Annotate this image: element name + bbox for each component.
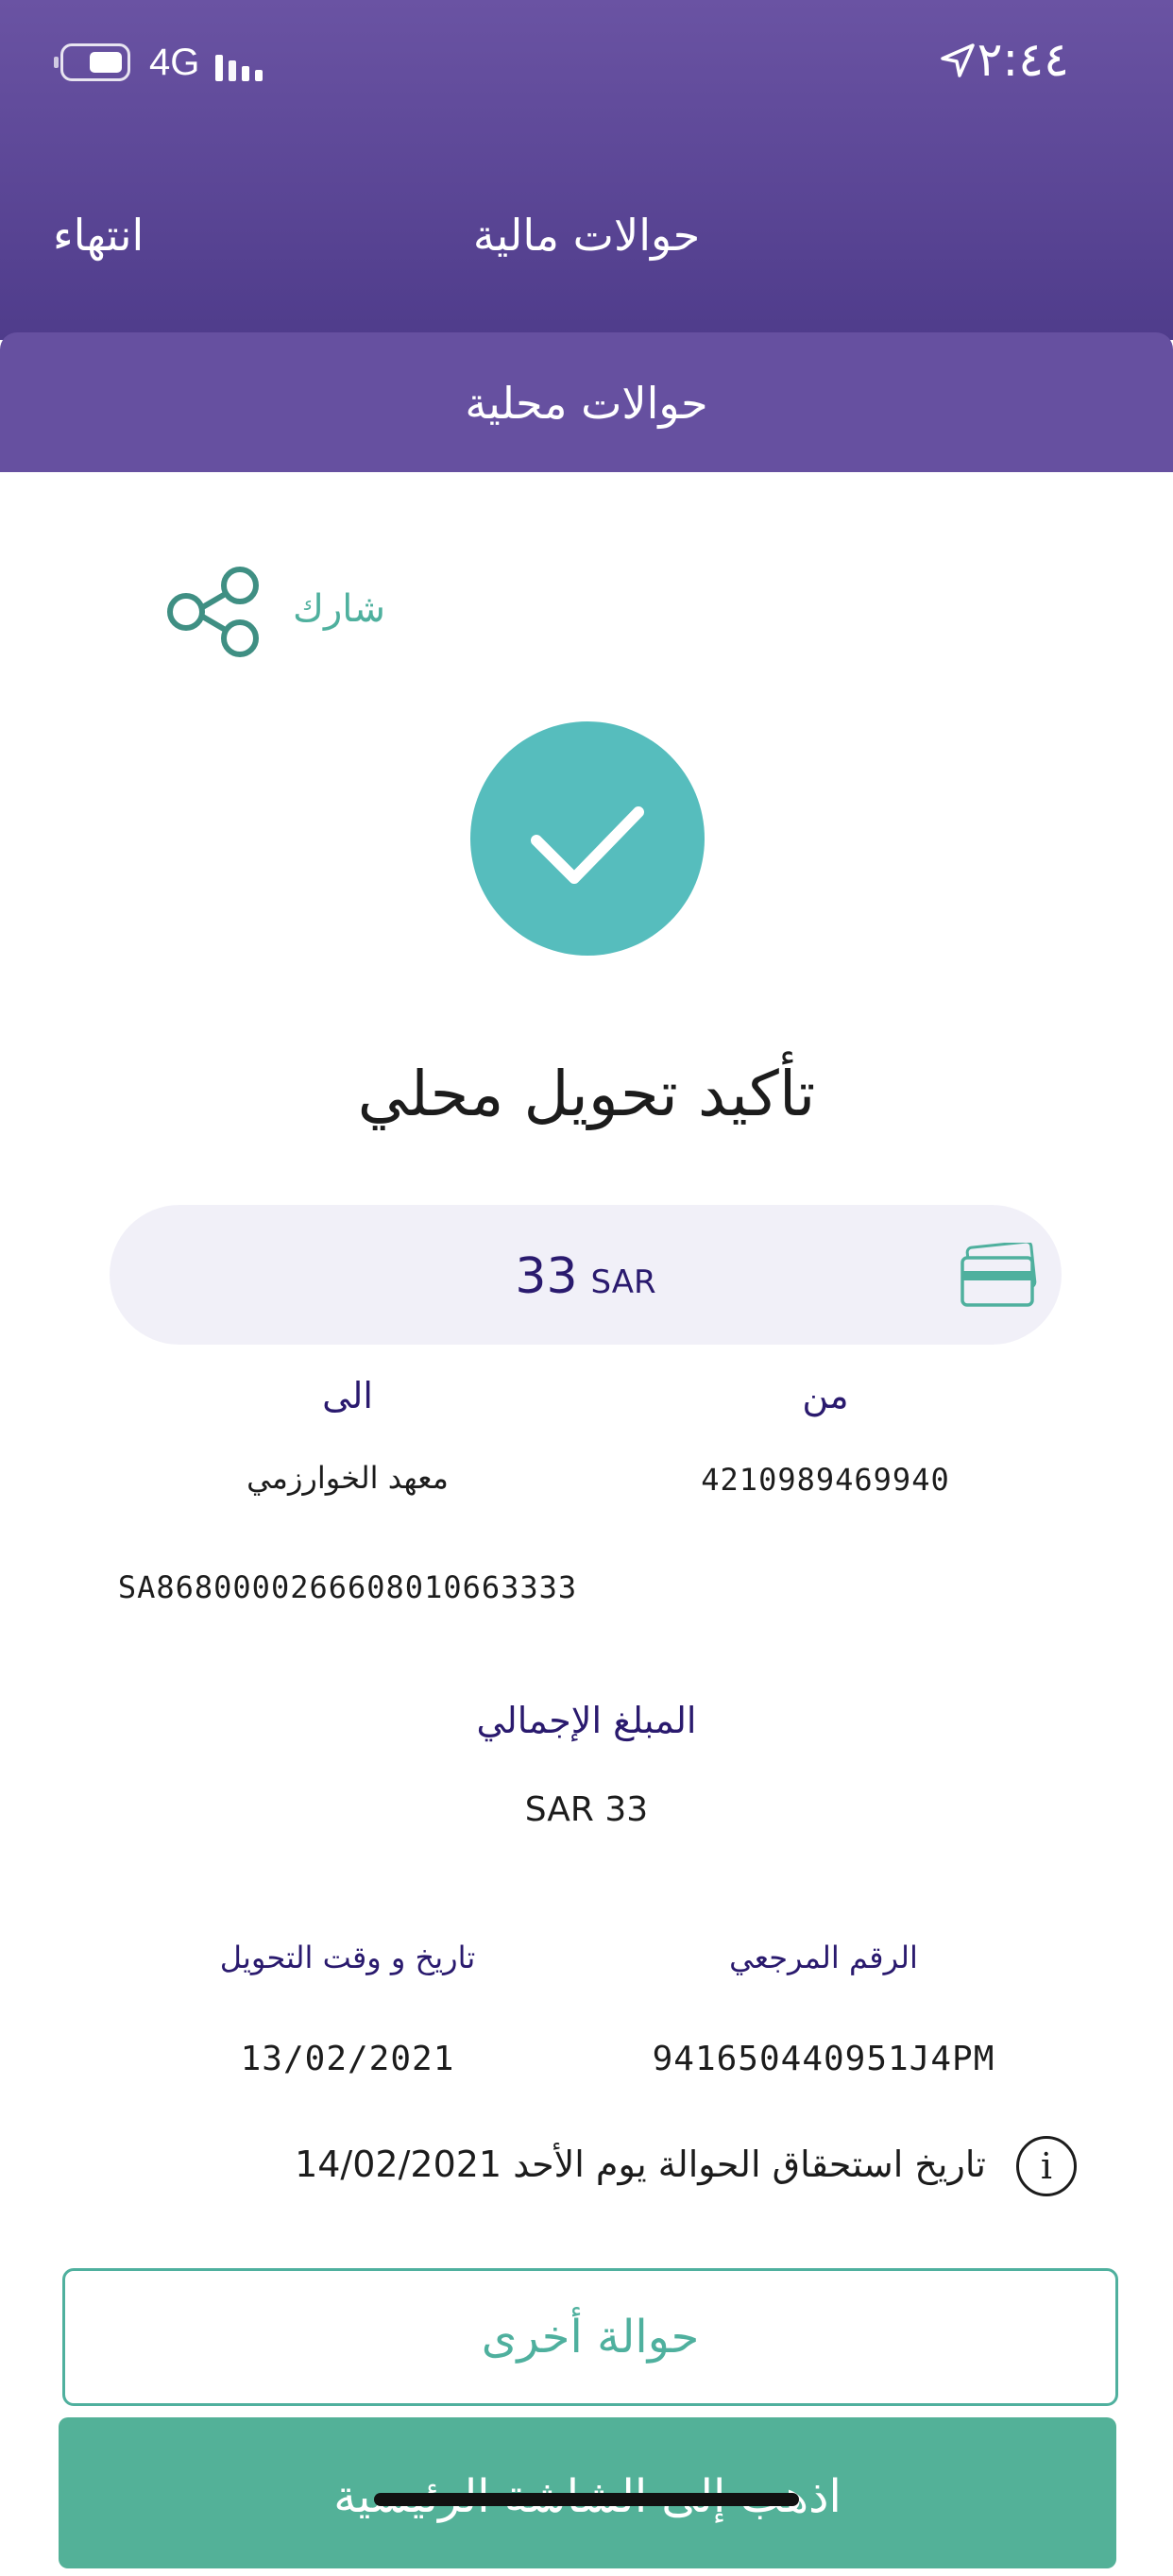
network-type: 4G — [149, 42, 200, 83]
amount-currency: SAR — [590, 1263, 656, 1301]
location-arrow-icon — [941, 43, 975, 77]
app-header: 4G ٢:٤٤ انتهاء حوالات مالية حوالات محلية — [0, 0, 1173, 472]
recipient-iban: SA8680000266608010663333 — [117, 1569, 578, 1605]
home-indicator — [374, 2493, 799, 2506]
to-label: الى — [322, 1375, 373, 1416]
credit-card-icon — [960, 1243, 1037, 1307]
due-date-text: تاريخ استحقاق الحوالة يوم الأحد 14/02/20… — [295, 2144, 986, 2185]
page-title: حوالات مالية — [472, 210, 701, 261]
signal-bars-icon — [215, 47, 272, 81]
from-label: من — [802, 1375, 849, 1416]
total-amount-label: المبلغ الإجمالي — [476, 1700, 697, 1741]
success-badge — [470, 721, 705, 956]
transfer-datetime-label: تاريخ و وقت التحويل — [219, 1940, 476, 1975]
due-date-notice: i تاريخ استحقاق الحوالة يوم الأحد 14/02/… — [295, 2136, 1077, 2202]
segment-label: حوالات محلية — [465, 378, 708, 429]
amount-value: 33 — [515, 1248, 578, 1305]
reference-number-label: الرقم المرجعي — [729, 1940, 918, 1975]
status-time: ٢:٤٤ — [977, 32, 1069, 87]
share-button[interactable]: شارك — [162, 563, 385, 661]
another-transfer-button[interactable]: حوالة أخرى — [62, 2268, 1118, 2406]
segment-tab-local-transfers[interactable]: حوالات محلية — [0, 332, 1173, 472]
info-icon: i — [1016, 2136, 1077, 2196]
status-bar: 4G ٢:٤٤ — [0, 0, 1173, 123]
transfer-date-value: 13/02/2021 — [240, 2040, 455, 2078]
battery-icon — [54, 43, 130, 81]
from-account-number: 4210989469940 — [701, 1462, 950, 1498]
checkmark-icon — [531, 806, 644, 884]
share-label: شارك — [293, 587, 385, 631]
confirmation-title: تأكيد تحويل محلي — [357, 1058, 816, 1130]
reference-number-value: 941650440951J4PM — [652, 2040, 995, 2078]
share-icon — [167, 567, 259, 657]
total-amount-value: SAR 33 — [524, 1790, 649, 1829]
amount-summary: 33 SAR — [110, 1205, 1062, 1345]
recipient-name: معهد الخوارزمي — [246, 1460, 449, 1496]
